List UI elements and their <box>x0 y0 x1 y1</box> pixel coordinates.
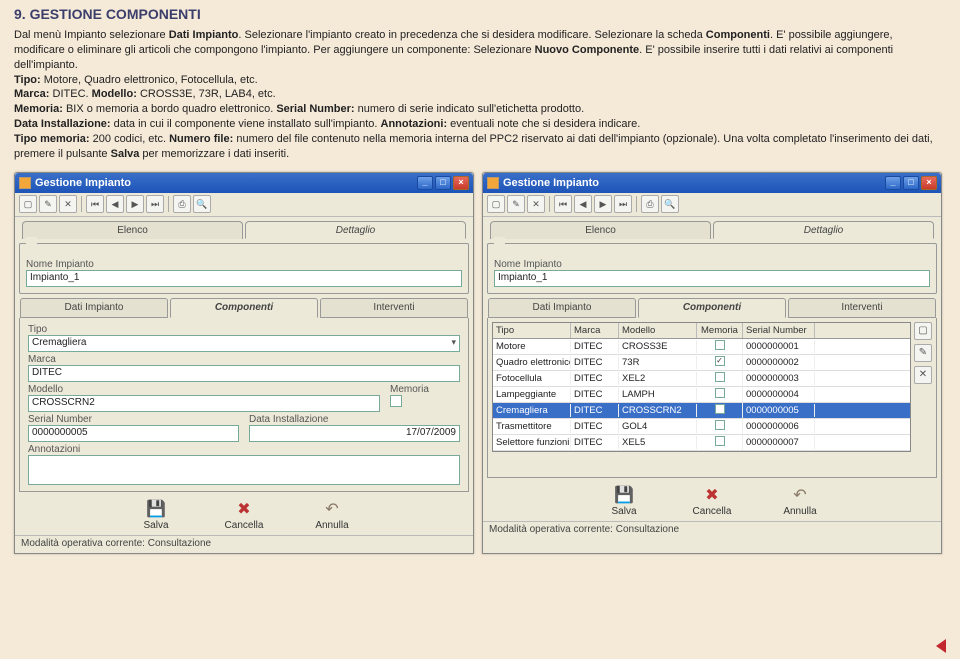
tab-dettaglio[interactable]: Dettaglio <box>713 221 934 239</box>
tab-interventi[interactable]: Interventi <box>320 298 468 318</box>
window-componenti-form: Gestione Impianto _ □ × ▢ ✎ ✕ ⏮ ◀ ▶ ⏭ ⎙ … <box>14 172 474 554</box>
modello-input[interactable]: CROSSCRN2 <box>28 395 380 412</box>
app-icon <box>487 177 499 189</box>
data-inst-label: Data Installazione <box>249 414 460 425</box>
print-icon[interactable]: ⎙ <box>173 195 191 213</box>
memoria-checkbox[interactable] <box>390 395 402 407</box>
close-button[interactable]: × <box>921 176 937 190</box>
search-icon[interactable]: 🔍 <box>661 195 679 213</box>
table-row[interactable]: Quadro elettronicoDITEC73R0000000002 <box>493 355 910 371</box>
minimize-button[interactable]: _ <box>417 176 433 190</box>
tab-elenco[interactable]: Elenco <box>490 221 711 239</box>
minimize-button[interactable]: _ <box>885 176 901 190</box>
table-row[interactable]: LampeggianteDITECLAMPH0000000004 <box>493 387 910 403</box>
cancel-button[interactable]: ✖Cancella <box>211 498 277 531</box>
tab-componenti[interactable]: Componenti <box>638 298 786 318</box>
memoria-label: Memoria <box>390 384 460 395</box>
table-row[interactable]: FotocellulaDITECXEL20000000003 <box>493 371 910 387</box>
nome-impianto-label: Nome Impianto <box>26 259 462 270</box>
nome-impianto-value[interactable]: Impianto_1 <box>26 270 462 287</box>
maximize-button[interactable]: □ <box>903 176 919 190</box>
maximize-button[interactable]: □ <box>435 176 451 190</box>
open-icon[interactable]: ✎ <box>39 195 57 213</box>
modello-label: Modello <box>28 384 380 395</box>
tipo-select[interactable]: Cremagliera <box>28 335 460 352</box>
annotazioni-input[interactable] <box>28 455 460 485</box>
toolbar: ▢ ✎ ✕ ⏮ ◀ ▶ ⏭ ⎙ 🔍 <box>483 193 941 217</box>
window-title: Gestione Impianto <box>503 177 599 189</box>
row-delete-button[interactable]: ✕ <box>914 366 932 384</box>
titlebar: Gestione Impianto _ □ × <box>15 173 473 193</box>
prev-icon[interactable]: ◀ <box>574 195 592 213</box>
new-icon[interactable]: ▢ <box>487 195 505 213</box>
delete-icon[interactable]: ✕ <box>59 195 77 213</box>
delete-icon: ✖ <box>679 484 745 506</box>
save-icon: 💾 <box>591 484 657 506</box>
titlebar: Gestione Impianto _ □ × <box>483 173 941 193</box>
window-title: Gestione Impianto <box>35 177 131 189</box>
tab-elenco[interactable]: Elenco <box>22 221 243 239</box>
print-icon[interactable]: ⎙ <box>641 195 659 213</box>
save-button[interactable]: 💾Salva <box>123 498 189 531</box>
undo-icon: ↶ <box>299 498 365 520</box>
open-icon[interactable]: ✎ <box>507 195 525 213</box>
nome-impianto-label: Nome Impianto <box>494 259 930 270</box>
status-bar: Modalità operativa corrente: Consultazio… <box>483 521 941 539</box>
last-icon[interactable]: ⏭ <box>146 195 164 213</box>
annotazioni-label: Annotazioni <box>28 444 460 455</box>
tab-dati-impianto[interactable]: Dati Impianto <box>20 298 168 318</box>
nome-impianto-value[interactable]: Impianto_1 <box>494 270 930 287</box>
body-paragraph: Dal menù Impianto selezionare Dati Impia… <box>14 28 946 162</box>
save-button[interactable]: 💾Salva <box>591 484 657 517</box>
section-number: 9. <box>14 6 26 22</box>
delete-icon: ✖ <box>211 498 277 520</box>
table-row[interactable]: Selettore funzioniDITECXEL50000000007 <box>493 435 910 451</box>
new-icon[interactable]: ▢ <box>19 195 37 213</box>
tab-interventi[interactable]: Interventi <box>788 298 936 318</box>
tab-dettaglio[interactable]: Dettaglio <box>245 221 466 239</box>
data-inst-input[interactable]: 17/07/2009 <box>249 425 460 442</box>
marca-input[interactable]: DITEC <box>28 365 460 382</box>
tab-dati-impianto[interactable]: Dati Impianto <box>488 298 636 318</box>
tab-componenti[interactable]: Componenti <box>170 298 318 318</box>
cancel-button[interactable]: ✖Cancella <box>679 484 745 517</box>
row-new-button[interactable]: ▢ <box>914 322 932 340</box>
close-button[interactable]: × <box>453 176 469 190</box>
undo-button[interactable]: ↶Annulla <box>299 498 365 531</box>
status-bar: Modalità operativa corrente: Consultazio… <box>15 535 473 553</box>
tipo-label: Tipo <box>28 324 460 335</box>
section-title-text: GESTIONE COMPONENTI <box>30 6 201 22</box>
row-edit-button[interactable]: ✎ <box>914 344 932 362</box>
save-icon: 💾 <box>123 498 189 520</box>
page-nav-prev-icon[interactable] <box>936 639 946 653</box>
datagrid-header: Tipo Marca Modello Memoria Serial Number <box>493 323 910 339</box>
componenti-datagrid[interactable]: Tipo Marca Modello Memoria Serial Number… <box>492 322 911 452</box>
componenti-form-panel: Tipo Cremagliera Marca DITEC Modello CRO… <box>19 318 469 492</box>
marca-label: Marca <box>28 354 460 365</box>
delete-icon[interactable]: ✕ <box>527 195 545 213</box>
first-icon[interactable]: ⏮ <box>554 195 572 213</box>
undo-button[interactable]: ↶Annulla <box>767 484 833 517</box>
last-icon[interactable]: ⏭ <box>614 195 632 213</box>
app-icon <box>19 177 31 189</box>
window-componenti-grid: Gestione Impianto _ □ × ▢ ✎ ✕ ⏮ ◀ ▶ ⏭ ⎙ … <box>482 172 942 554</box>
next-icon[interactable]: ▶ <box>594 195 612 213</box>
table-row[interactable]: MotoreDITECCROSS3E0000000001 <box>493 339 910 355</box>
table-row[interactable]: CremaglieraDITECCROSSCRN20000000005 <box>493 403 910 419</box>
prev-icon[interactable]: ◀ <box>106 195 124 213</box>
next-icon[interactable]: ▶ <box>126 195 144 213</box>
section-heading: 9. GESTIONE COMPONENTI <box>14 6 946 22</box>
undo-icon: ↶ <box>767 484 833 506</box>
first-icon[interactable]: ⏮ <box>86 195 104 213</box>
search-icon[interactable]: 🔍 <box>193 195 211 213</box>
toolbar: ▢ ✎ ✕ ⏮ ◀ ▶ ⏭ ⎙ 🔍 <box>15 193 473 217</box>
componenti-grid-panel: Tipo Marca Modello Memoria Serial Number… <box>487 318 937 478</box>
serial-label: Serial Number <box>28 414 239 425</box>
serial-input[interactable]: 0000000005 <box>28 425 239 442</box>
table-row[interactable]: TrasmettitoreDITECGOL40000000006 <box>493 419 910 435</box>
